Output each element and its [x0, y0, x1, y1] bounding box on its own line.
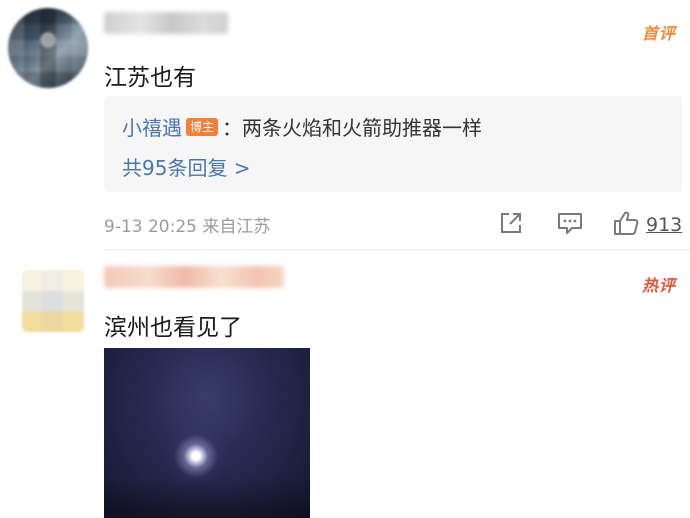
- username-blurred[interactable]: [104, 12, 228, 34]
- author-tag-badge: 博主: [186, 117, 219, 136]
- reply-line: 小禧遇 博主 ： 两条火焰和火箭助推器一样: [122, 112, 482, 141]
- thumbs-up-icon: [612, 210, 640, 240]
- hot-comment-badge: 热评: [641, 276, 676, 295]
- reply-preview-box[interactable]: 小禧遇 博主 ： 两条火焰和火箭助推器一样 共95条回复 >: [104, 96, 682, 192]
- comment-item: 热评 滨州也看见了: [0, 252, 690, 518]
- avatar[interactable]: [22, 270, 84, 332]
- share-icon[interactable]: [498, 210, 524, 236]
- reply-author[interactable]: 小禧遇: [122, 112, 182, 141]
- comment-meta-row: 9-13 20:25 来自江苏 913: [104, 210, 684, 237]
- avatar[interactable]: [8, 8, 88, 88]
- comment-item: 首评 江苏也有 小禧遇 博主 ： 两条火焰和火箭助推器一样 共95条回复 > 9…: [0, 0, 690, 252]
- reply-separator: ：: [222, 116, 243, 140]
- reply-text: 两条火焰和火箭助推器一样: [242, 116, 483, 140]
- first-comment-badge: 首评: [641, 24, 676, 43]
- like-button[interactable]: 913: [612, 210, 682, 240]
- timestamp-location: 9-13 20:25 来自江苏: [104, 217, 271, 237]
- comment-text: 滨州也看见了: [104, 315, 242, 341]
- comment-text: 江苏也有: [104, 65, 196, 91]
- like-count: 913: [646, 214, 683, 236]
- comment-icon[interactable]: [556, 210, 584, 236]
- username-blurred[interactable]: [104, 266, 284, 288]
- comment-photo[interactable]: [104, 348, 310, 518]
- divider: [104, 249, 690, 250]
- view-all-replies-link[interactable]: 共95条回复 >: [122, 152, 251, 181]
